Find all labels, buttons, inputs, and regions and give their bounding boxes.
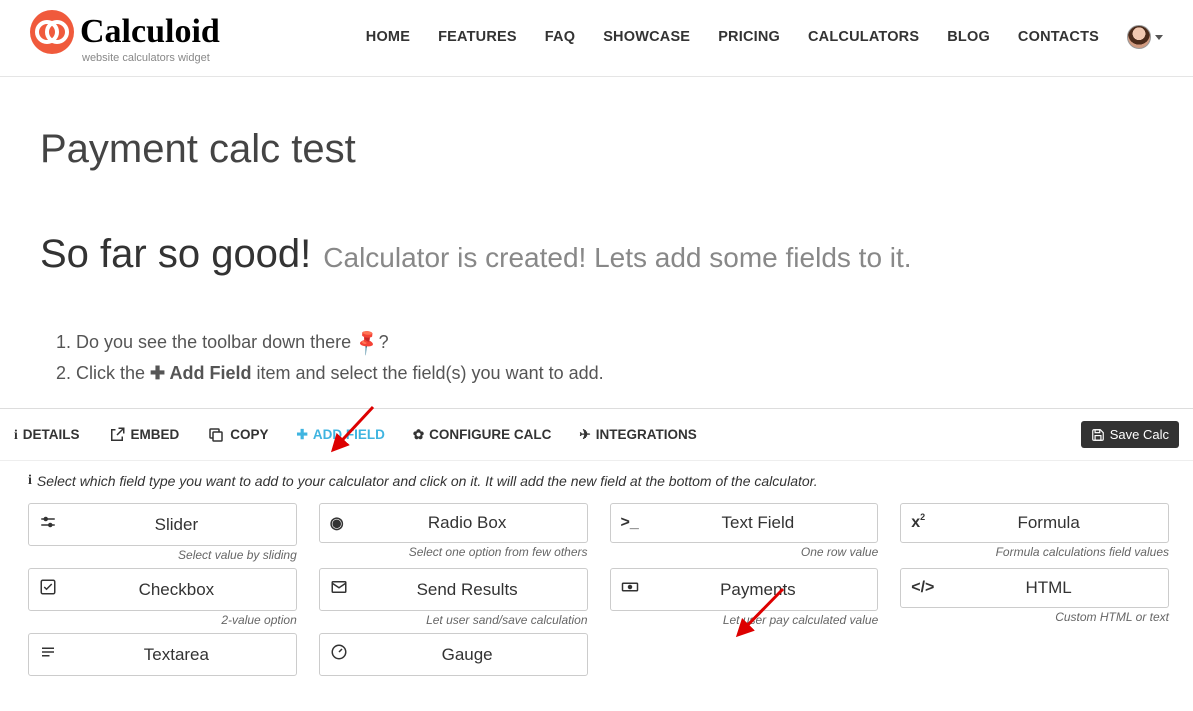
avatar-icon: [1127, 25, 1151, 49]
page-title: Payment calc test: [40, 127, 1153, 172]
terminal-icon: >_: [621, 514, 649, 532]
sub-heading: So far so good!: [40, 232, 311, 277]
steps-list: Do you see the toolbar down there 📌? Cli…: [52, 327, 1153, 388]
nav-contacts[interactable]: CONTACTS: [1018, 29, 1099, 45]
money-icon: [621, 578, 649, 601]
field-text[interactable]: >_ Text Field: [610, 503, 879, 543]
main-content: Payment calc test So far so good! Calcul…: [0, 77, 1193, 408]
nav-home[interactable]: HOME: [366, 29, 410, 45]
step-2: Click the ✚ Add Field item and select th…: [76, 358, 1153, 389]
checkbox-icon: [39, 578, 67, 601]
toolbar-configure[interactable]: ✿ CONFIGURE CALC: [413, 427, 552, 443]
step-1: Do you see the toolbar down there 📌?: [76, 327, 1153, 358]
copy-icon: [207, 426, 225, 444]
info-icon: i: [14, 427, 18, 443]
save-calc-button[interactable]: Save Calc: [1081, 421, 1179, 448]
field-radio[interactable]: ◉ Radio Box: [319, 503, 588, 543]
logo[interactable]: Calculoid website calculators widget: [30, 10, 220, 64]
main-nav: HOME FEATURES FAQ SHOWCASE PRICING CALCU…: [366, 25, 1163, 49]
field-html[interactable]: </> HTML: [900, 568, 1169, 608]
formula-icon: x2: [911, 514, 939, 532]
field-textarea[interactable]: Textarea: [28, 633, 297, 676]
field-checkbox-desc: 2-value option: [28, 613, 297, 627]
plus-icon: ✚: [297, 427, 308, 443]
annotation-arrow-1: [328, 405, 378, 455]
toolbar-embed[interactable]: EMBED: [108, 426, 180, 444]
code-icon: </>: [911, 579, 939, 597]
radio-icon: ◉: [330, 513, 358, 533]
nav-blog[interactable]: BLOG: [947, 29, 990, 45]
field-slider[interactable]: Slider: [28, 503, 297, 546]
help-text: i Select which field type you want to ad…: [28, 473, 1169, 489]
gear-icon: ✿: [413, 427, 424, 443]
gauge-icon: [330, 643, 358, 666]
embed-icon: [108, 426, 126, 444]
field-gauge[interactable]: Gauge: [319, 633, 588, 676]
info-icon: i: [28, 473, 32, 489]
field-formula[interactable]: x2 Formula: [900, 503, 1169, 543]
calc-toolbar: i DETAILS EMBED COPY ✚ ADD FIELD ✿ CONFI…: [0, 408, 1193, 460]
save-icon: [1091, 428, 1105, 442]
toolbar-copy[interactable]: COPY: [207, 426, 268, 444]
logo-icon: [30, 10, 74, 54]
field-text-desc: One row value: [610, 545, 879, 559]
envelope-icon: [330, 578, 358, 601]
lines-icon: [39, 643, 67, 666]
slider-icon: [39, 513, 67, 536]
user-menu[interactable]: [1127, 25, 1163, 49]
field-send-desc: Let user sand/save calculation: [319, 613, 588, 627]
caret-down-icon: [1155, 35, 1163, 40]
field-type-panel[interactable]: i Select which field type you want to ad…: [0, 460, 1193, 695]
brand-tagline: website calculators widget: [82, 52, 220, 64]
plane-icon: ✈: [579, 427, 590, 443]
field-formula-desc: Formula calculations field values: [900, 545, 1169, 559]
nav-calculators[interactable]: CALCULATORS: [808, 29, 919, 45]
nav-features[interactable]: FEATURES: [438, 29, 517, 45]
field-slider-desc: Select value by sliding: [28, 548, 297, 562]
field-checkbox[interactable]: Checkbox: [28, 568, 297, 611]
toolbar-integrations[interactable]: ✈ INTEGRATIONS: [579, 427, 696, 443]
annotation-arrow-2: [733, 587, 788, 642]
pin-icon: 📌: [349, 323, 386, 361]
toolbar-details[interactable]: i DETAILS: [14, 427, 80, 443]
nav-pricing[interactable]: PRICING: [718, 29, 780, 45]
brand-name: Calculoid: [80, 15, 220, 49]
field-html-desc: Custom HTML or text: [900, 610, 1169, 624]
sub-caption: Calculator is created! Lets add some fie…: [323, 242, 911, 274]
plus-icon: ✚: [150, 363, 165, 383]
field-send-results[interactable]: Send Results: [319, 568, 588, 611]
field-radio-desc: Select one option from few others: [319, 545, 588, 559]
header: Calculoid website calculators widget HOM…: [0, 0, 1193, 77]
nav-faq[interactable]: FAQ: [545, 29, 575, 45]
nav-showcase[interactable]: SHOWCASE: [603, 29, 690, 45]
